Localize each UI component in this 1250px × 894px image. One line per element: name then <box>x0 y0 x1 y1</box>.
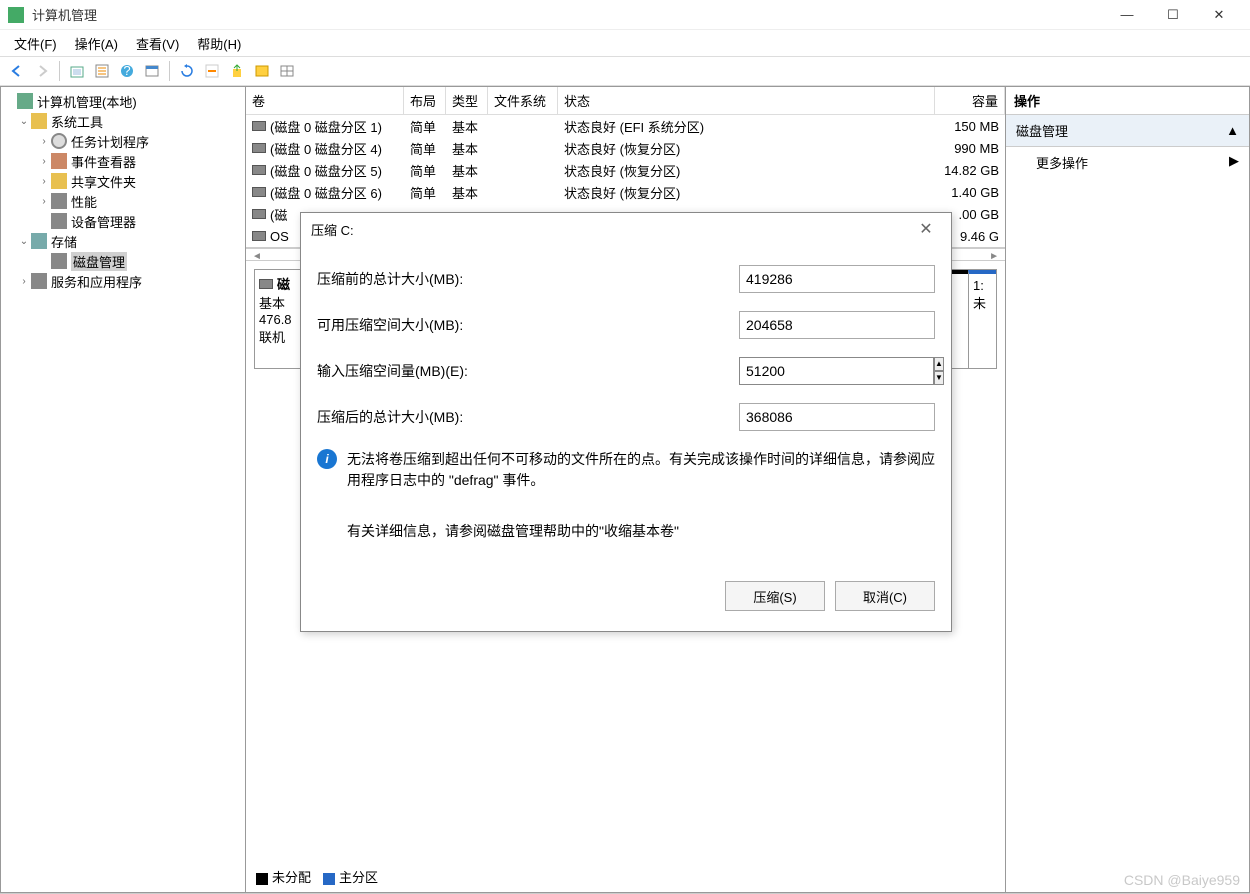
menu-view[interactable]: 查看(V) <box>136 34 179 53</box>
col-volume[interactable]: 卷 <box>246 87 404 114</box>
list-icon[interactable] <box>251 60 273 82</box>
cancel-button[interactable]: 取消(C) <box>835 581 935 611</box>
shrink-amount-input[interactable] <box>739 357 934 385</box>
value-total-after: 368086 <box>739 403 935 431</box>
action-pane: 操作 磁盘管理 ▲ 更多操作 ▶ <box>1006 86 1250 893</box>
label-total-before: 压缩前的总计大小(MB): <box>317 269 739 289</box>
menubar: 文件(F) 操作(A) 查看(V) 帮助(H) <box>0 30 1250 56</box>
spin-down-button[interactable]: ▼ <box>934 371 944 385</box>
disk-info[interactable]: 磁 基本 476.8 联机 <box>255 270 301 368</box>
help-icon[interactable]: ? <box>116 60 138 82</box>
tree-disk-management[interactable]: 磁盘管理 <box>3 251 243 271</box>
label-total-after: 压缩后的总计大小(MB): <box>317 407 739 427</box>
minimize-button[interactable]: ― <box>1104 0 1150 30</box>
watermark: CSDN @Baiye959 <box>1124 872 1240 888</box>
spin-up-button[interactable]: ▲ <box>934 357 944 371</box>
close-button[interactable]: ✕ <box>1196 0 1242 30</box>
action-more[interactable]: 更多操作 ▶ <box>1006 147 1249 178</box>
col-filesystem[interactable]: 文件系统 <box>488 87 558 114</box>
partition-small[interactable]: 1: 未 <box>968 270 996 368</box>
legend: 未分配 主分区 <box>256 867 378 886</box>
svg-text:?: ? <box>123 63 130 78</box>
toolbar: ? <box>0 56 1250 86</box>
tree-performance[interactable]: ›性能 <box>3 191 243 211</box>
view-button[interactable] <box>141 60 163 82</box>
back-button[interactable] <box>6 60 28 82</box>
col-capacity[interactable]: 容量 <box>935 87 1005 114</box>
tree-shared-folders[interactable]: ›共享文件夹 <box>3 171 243 191</box>
shrink-button[interactable]: 压缩(S) <box>725 581 825 611</box>
refresh-icon[interactable] <box>176 60 198 82</box>
volume-table-header: 卷 布局 类型 文件系统 状态 容量 <box>246 87 1005 115</box>
settings-icon[interactable] <box>201 60 223 82</box>
menu-help[interactable]: 帮助(H) <box>197 34 241 53</box>
tree-system-tools[interactable]: ⌄系统工具 <box>3 111 243 131</box>
scroll-right-icon[interactable]: ► <box>989 251 999 252</box>
collapse-icon[interactable]: ▲ <box>1226 123 1239 138</box>
properties-button[interactable] <box>91 60 113 82</box>
scroll-left-icon[interactable]: ◄ <box>252 251 262 252</box>
label-available: 可用压缩空间大小(MB): <box>317 315 739 335</box>
action-section[interactable]: 磁盘管理 ▲ <box>1006 115 1249 147</box>
help-text: 有关详细信息，请参阅磁盘管理帮助中的"收缩基本卷" <box>317 521 935 541</box>
col-status[interactable]: 状态 <box>558 87 935 114</box>
tree-event-viewer[interactable]: ›事件查看器 <box>3 151 243 171</box>
tree-pane: 计算机管理(本地) ⌄系统工具 ›任务计划程序 ›事件查看器 ›共享文件夹 ›性… <box>0 86 245 893</box>
tree-root[interactable]: 计算机管理(本地) <box>3 91 243 111</box>
value-total-before: 419286 <box>739 265 935 293</box>
table-row[interactable]: (磁盘 0 磁盘分区 1) 简单 基本 状态良好 (EFI 系统分区) 150 … <box>246 115 1005 137</box>
shrink-dialog: 压缩 C: ✕ 压缩前的总计大小(MB): 419286 可用压缩空间大小(MB… <box>300 212 952 632</box>
col-type[interactable]: 类型 <box>446 87 488 114</box>
export-icon[interactable] <box>226 60 248 82</box>
action-header: 操作 <box>1006 87 1249 115</box>
table-row[interactable]: (磁盘 0 磁盘分区 6) 简单 基本 状态良好 (恢复分区) 1.40 GB <box>246 181 1005 203</box>
menu-file[interactable]: 文件(F) <box>14 34 57 53</box>
titlebar: 计算机管理 ― ☐ ✕ <box>0 0 1250 30</box>
window-title: 计算机管理 <box>32 5 1104 24</box>
table-row[interactable]: (磁盘 0 磁盘分区 4) 简单 基本 状态良好 (恢复分区) 990 MB <box>246 137 1005 159</box>
forward-button[interactable] <box>31 60 53 82</box>
col-layout[interactable]: 布局 <box>404 87 446 114</box>
up-button[interactable] <box>66 60 88 82</box>
info-text: 无法将卷压缩到超出任何不可移动的文件所在的点。有关完成该操作时间的详细信息，请参… <box>347 449 935 491</box>
table-row[interactable]: (磁盘 0 磁盘分区 5) 简单 基本 状态良好 (恢复分区) 14.82 GB <box>246 159 1005 181</box>
tree-device-manager[interactable]: 设备管理器 <box>3 211 243 231</box>
app-icon <box>8 7 24 23</box>
menu-action[interactable]: 操作(A) <box>75 34 118 53</box>
dialog-title: 压缩 C: <box>311 220 911 239</box>
maximize-button[interactable]: ☐ <box>1150 0 1196 30</box>
tree-task-scheduler[interactable]: ›任务计划程序 <box>3 131 243 151</box>
submenu-icon: ▶ <box>1229 153 1239 172</box>
value-available: 204658 <box>739 311 935 339</box>
info-icon: i <box>317 449 337 469</box>
dialog-close-icon[interactable]: ✕ <box>911 219 941 239</box>
label-shrink-amount: 输入压缩空间量(MB)(E): <box>317 361 739 381</box>
tree-services[interactable]: ›服务和应用程序 <box>3 271 243 291</box>
tree-storage[interactable]: ⌄存储 <box>3 231 243 251</box>
grid-icon[interactable] <box>276 60 298 82</box>
